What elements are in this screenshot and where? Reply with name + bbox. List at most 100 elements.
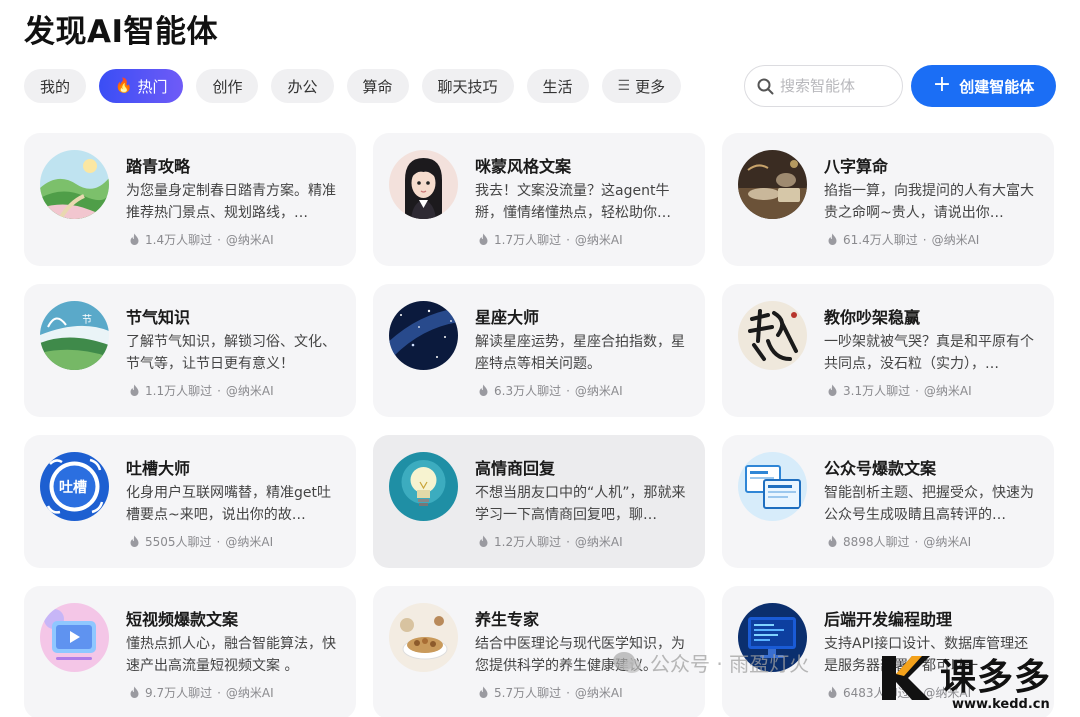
chat-count: 9.7万人聊过 <box>145 686 213 700</box>
tab-label: 我的 <box>40 77 71 96</box>
tucao-badge-avatar: 吐槽 <box>40 452 109 521</box>
card-description: 了解节气知识，解锁习俗、文化、节气等，让节日更有意义！ <box>126 334 336 372</box>
author: @纳米AI <box>923 535 972 549</box>
search-box[interactable] <box>744 65 903 107</box>
chat-count: 61.4万人聊过 <box>843 233 918 247</box>
card-meta: 9.7万人聊过 · @纳米AI <box>128 684 274 701</box>
plus-icon: + <box>932 72 952 97</box>
separator: · <box>566 383 570 398</box>
fire-icon <box>479 535 488 547</box>
separator: · <box>217 383 221 398</box>
agent-grid: 踏青攻略 为您量身定制春日踏青方案。精准推荐热门景点、规划路线，… 1.4万人聊… <box>24 133 1054 717</box>
card-title: 星座大师 <box>475 308 540 327</box>
svg-text:吐槽: 吐槽 <box>59 479 87 496</box>
watermark-text: 公众号 · 雨盈灯火 <box>612 648 809 677</box>
health-food-avatar <box>389 603 458 672</box>
fire-icon <box>130 384 139 396</box>
tab-create[interactable]: 创作 <box>196 69 259 103</box>
card-meta: 5.7万人聊过 · @纳米AI <box>477 684 623 701</box>
solar-term-avatar: 节 <box>40 301 109 370</box>
agent-card[interactable]: 踏青攻略 为您量身定制春日踏青方案。精准推荐热门景点、规划路线，… 1.4万人聊… <box>24 133 356 266</box>
category-tabs: 我的 🔥 热门 创作 办公 算命 聊天技巧 生活 ☰ 更多 <box>24 69 682 103</box>
agent-card[interactable]: 咪蒙风格文案 我去！文案没流量？这agent牛掰，懂情绪懂热点，轻松助你… 1.… <box>373 133 705 266</box>
separator: · <box>914 534 919 549</box>
author: @纳米AI <box>574 384 623 398</box>
agent-card[interactable]: 公众号爆款文案 智能剖析主题、把握受众，快速为公众号生成吸睛且高转评的… 889… <box>722 435 1054 568</box>
card-title: 短视频爆款文案 <box>126 610 239 629</box>
agent-card[interactable]: 短视频爆款文案 懂热点抓人心，融合智能算法，快速产出高流量短视频文案 。 9.7… <box>24 586 356 717</box>
agent-card[interactable]: 教你吵架稳赢 一吵架就被气哭？真是和平原有个共同点，没石粒（实力），… 3.1万… <box>722 284 1054 417</box>
card-description: 不想当朋友口中的“人机”，那就来学习一下高情商回复吧，聊… <box>475 485 686 523</box>
fire-icon <box>479 233 488 245</box>
tab-fortune[interactable]: 算命 <box>346 69 409 103</box>
card-meta: 1.2万人聊过 · @纳米AI <box>477 533 623 550</box>
page-title: 发现AI智能体 <box>24 14 219 50</box>
girl-portrait-avatar <box>389 150 458 219</box>
fire-icon <box>828 535 837 547</box>
agent-card[interactable]: 高情商回复 不想当朋友口中的“人机”，那就来学习一下高情商回复吧，聊… 1.2万… <box>373 435 705 568</box>
card-description: 智能剖析主题、把握受众，快速为公众号生成吸睛且高转评的… <box>824 485 1034 523</box>
card-meta: 1.4万人聊过 · @纳米AI <box>128 231 274 248</box>
tab-hot[interactable]: 🔥 热门 <box>99 69 184 103</box>
agent-card[interactable]: 星座大师 解读星座运势，星座合拍指数，星座特点等相关问题。 6.3万人聊过 · @纳… <box>373 284 705 417</box>
author: @纳米AI <box>574 686 623 700</box>
agent-card[interactable]: 节 节气知识 了解节气知识，解锁习俗、文化、节气等，让节日更有意义！ 1.1万人… <box>24 284 356 417</box>
card-description: 解读星座运势，星座合拍指数，星座特点等相关问题。 <box>475 334 685 372</box>
search-input[interactable] <box>780 77 898 95</box>
card-meta: 1.7万人聊过 · @纳米AI <box>477 231 623 248</box>
separator: · <box>915 383 919 398</box>
create-agent-button[interactable]: + 创建智能体 <box>911 65 1056 107</box>
author: @纳米AI <box>225 384 274 398</box>
k-logo-icon <box>882 656 930 700</box>
author: @纳米AI <box>225 535 274 549</box>
card-title: 踏青攻略 <box>126 157 191 176</box>
card-title: 节气知识 <box>126 308 191 327</box>
separator: · <box>566 685 570 700</box>
calligraphy-win-avatar <box>738 301 807 370</box>
card-description: 我去！文案没流量？这agent牛掰，懂情绪懂热点，轻松助你… <box>475 183 671 221</box>
separator: · <box>566 534 570 549</box>
card-meta: 1.1万人聊过 · @纳米AI <box>128 382 274 399</box>
card-title: 吐槽大师 <box>126 459 191 478</box>
author: @纳米AI <box>225 686 274 700</box>
tab-label: 生活 <box>542 77 573 96</box>
card-description: 一吵架就被气哭？真是和平原有个共同点，没石粒（实力），… <box>824 334 1034 372</box>
fire-icon <box>479 384 488 396</box>
chat-count: 1.2万人聊过 <box>494 535 562 549</box>
create-agent-label: 创建智能体 <box>959 77 1035 96</box>
card-description: 为您量身定制春日踏青方案。精准推荐热门景点、规划路线，… <box>126 183 336 221</box>
card-title: 教你吵架稳赢 <box>824 308 921 327</box>
tab-label: 更多 <box>635 77 666 96</box>
agent-card[interactable]: 吐槽 吐槽大师 化身用户互联网嘴替，精准get吐槽要点~来吧，说出你的故… 55… <box>24 435 356 568</box>
tab-chat-skills[interactable]: 聊天技巧 <box>421 69 514 103</box>
separator: · <box>566 232 570 247</box>
fire-icon <box>130 686 139 698</box>
tab-office[interactable]: 办公 <box>271 69 334 103</box>
separator: · <box>216 534 221 549</box>
fire-icon <box>130 535 139 547</box>
screens-avatar <box>738 452 807 521</box>
card-meta: 3.1万人聊过 · @纳米AI <box>826 382 972 399</box>
lightbulb-avatar <box>389 452 458 521</box>
tab-label: 算命 <box>362 77 393 96</box>
agent-card[interactable]: 八字算命 掐指一算，向我提问的人有大富大贵之命啊~贵人，请说出你… 61.4万人… <box>722 133 1054 266</box>
chat-count: 5.7万人聊过 <box>494 686 562 700</box>
wechat-icon <box>613 651 641 673</box>
tab-more[interactable]: ☰ 更多 <box>601 69 682 103</box>
card-title: 公众号爆款文案 <box>824 459 937 478</box>
fire-icon <box>828 233 837 245</box>
watermark-brand: 课多多 <box>940 657 1052 698</box>
tab-life[interactable]: 生活 <box>526 69 589 103</box>
tab-mine[interactable]: 我的 <box>24 69 87 103</box>
chat-count: 6.3万人聊过 <box>494 384 562 398</box>
chat-count: 1.4万人聊过 <box>145 233 213 247</box>
chat-count: 3.1万人聊过 <box>843 384 911 398</box>
separator: · <box>217 232 221 247</box>
chat-count: 1.7万人聊过 <box>494 233 562 247</box>
card-title: 后端开发编程助理 <box>824 610 953 629</box>
card-meta: 61.4万人聊过 · @纳米AI <box>826 231 979 248</box>
watermark-url: www.kedd.cn <box>952 697 1050 712</box>
watermark-label: 公众号 · 雨盈灯火 <box>650 652 810 676</box>
chat-count: 1.1万人聊过 <box>145 384 213 398</box>
author: @纳米AI <box>574 233 623 247</box>
